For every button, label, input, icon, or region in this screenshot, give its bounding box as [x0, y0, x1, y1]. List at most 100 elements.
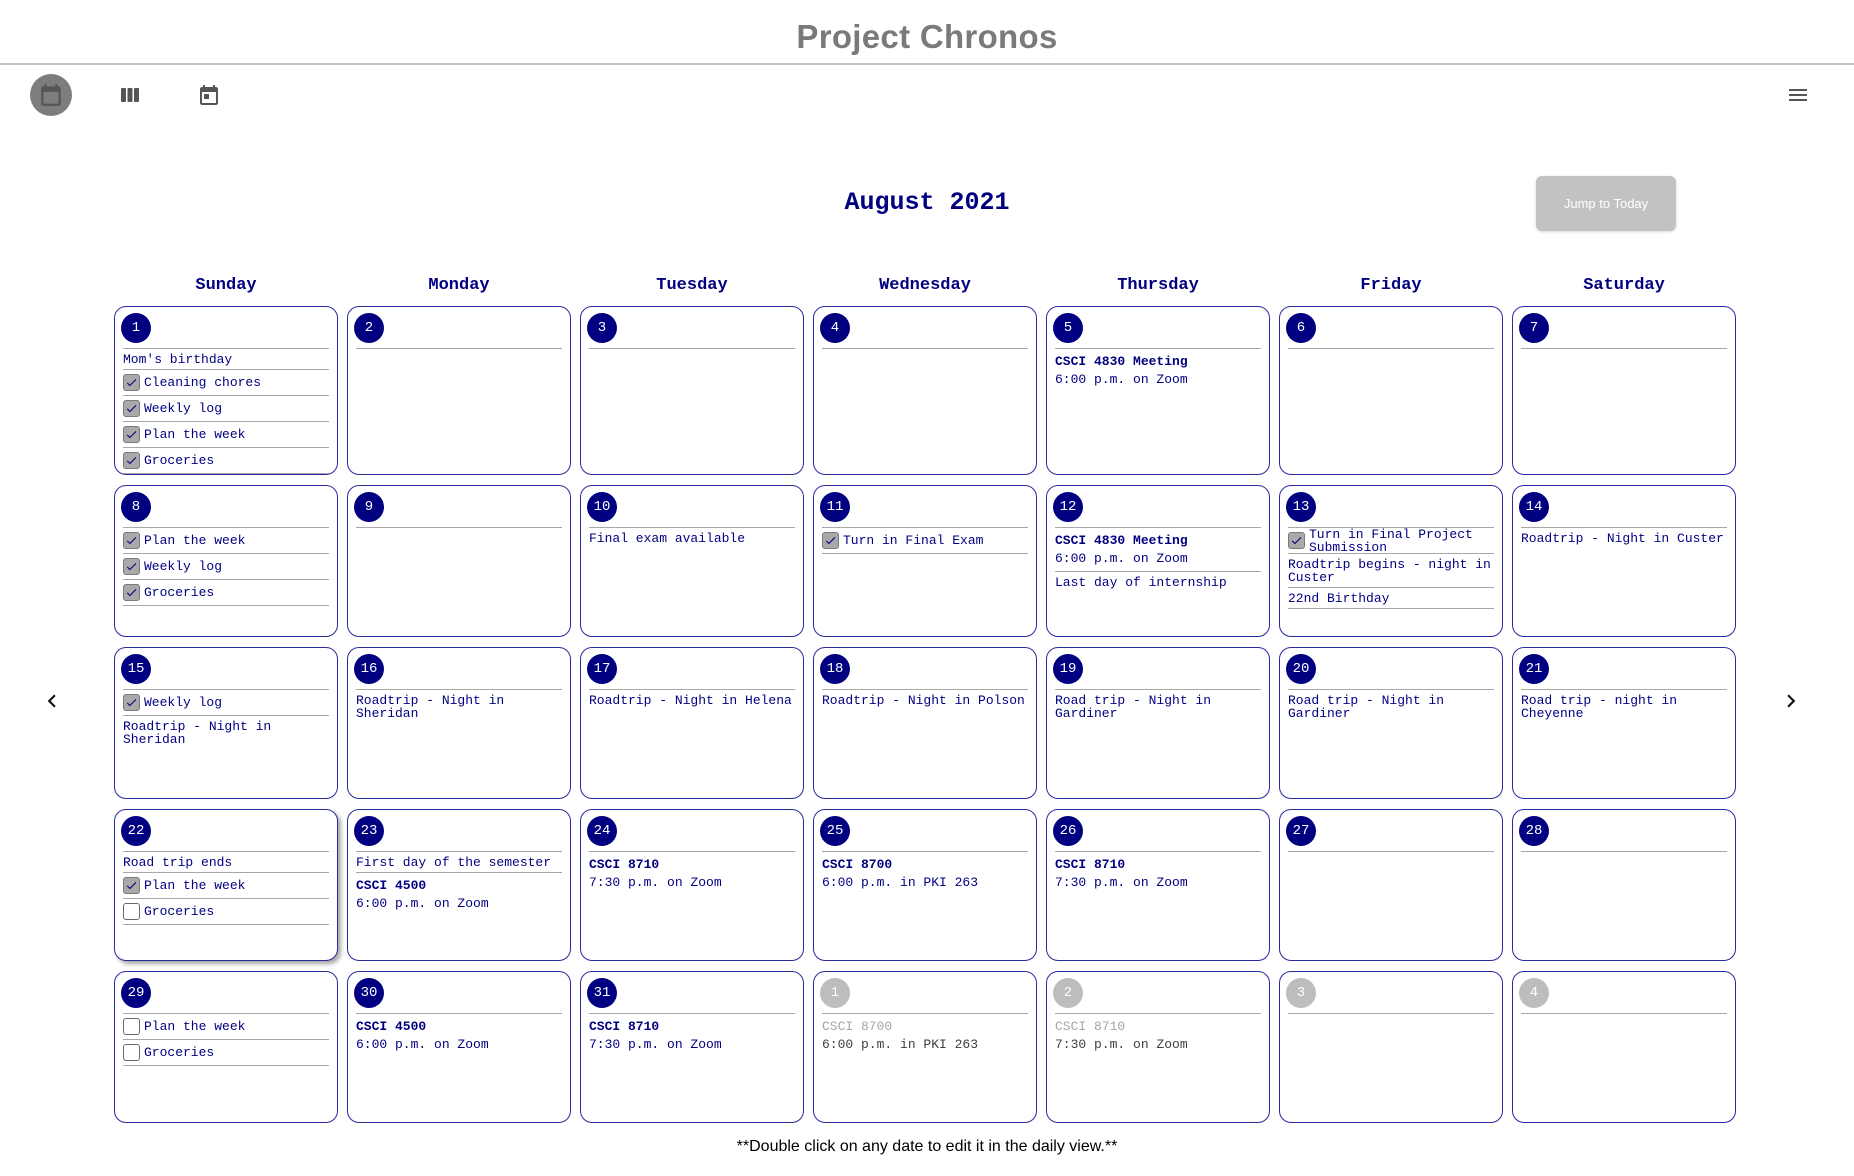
weekday-friday: Friday	[1360, 276, 1422, 295]
day-cell[interactable]: 22 Road trip ends Plan the week Groceries	[114, 809, 338, 961]
day-number-badge: 4	[1519, 978, 1549, 1008]
day-entries: Road trip - Night in Gardiner	[1288, 689, 1494, 723]
day-entries	[1288, 348, 1494, 349]
day-cell[interactable]: 1 Mom's birthday Cleaning chores Weekly log…	[114, 306, 338, 475]
meeting-detail: 6:00 p.m. in PKI 263	[822, 1037, 979, 1052]
checkbox-checked[interactable]	[123, 584, 140, 601]
day-cell[interactable]: 27	[1279, 809, 1503, 961]
meeting-title: CSCI 4500	[356, 878, 427, 893]
day-cell[interactable]: 28	[1512, 809, 1736, 961]
checkmark-icon	[126, 882, 137, 890]
day-number-badge: 4	[820, 313, 850, 343]
day-entries	[1288, 1013, 1494, 1014]
note-entry: Mom's birthday	[123, 349, 329, 370]
day-cell[interactable]: 23 First day of the semester CSCI 4500 6:00…	[347, 809, 571, 961]
day-entries: Roadtrip - Night in Sheridan	[356, 689, 562, 723]
day-cell[interactable]: 16 Roadtrip - Night in Sheridan	[347, 647, 571, 799]
day-cell[interactable]: 8 Plan the week Weekly log Groceries	[114, 485, 338, 637]
meeting-detail: 6:00 p.m. in PKI 263	[822, 875, 979, 890]
weekday-monday: Monday	[428, 276, 490, 295]
note-entry: Roadtrip - Night in Polson	[822, 693, 1025, 708]
meeting-entry: CSCI 4830 Meeting 6:00 p.m. on Zoom	[1055, 528, 1261, 572]
day-entries	[1521, 1013, 1727, 1014]
day-cell[interactable]: 9	[347, 485, 571, 637]
checkmark-icon	[126, 379, 137, 387]
checkbox-checked[interactable]	[123, 694, 140, 711]
day-cell[interactable]: 1 CSCI 8700 6:00 p.m. in PKI 263	[813, 971, 1037, 1123]
task-label: Turn in Final Project Submission	[1309, 526, 1473, 555]
meeting-entry: CSCI 8710 7:30 p.m. on Zoom	[589, 1014, 795, 1057]
checkbox-unchecked[interactable]	[123, 903, 140, 920]
day-cell[interactable]: 24 CSCI 8710 7:30 p.m. on Zoom	[580, 809, 804, 961]
day-entries: Mom's birthday Cleaning chores Weekly log P…	[123, 348, 329, 474]
day-cell[interactable]: 20 Road trip - Night in Gardiner	[1279, 647, 1503, 799]
menu-button[interactable]	[1777, 74, 1819, 116]
checkbox-checked[interactable]	[123, 426, 140, 443]
meeting-detail: 7:30 p.m. on Zoom	[1055, 875, 1188, 890]
checkbox-checked[interactable]	[123, 532, 140, 549]
day-cell[interactable]: 15 Weekly log Roadtrip - Night in Sheridan	[114, 647, 338, 799]
day-number-badge: 11	[820, 492, 850, 522]
chevron-left-icon	[47, 694, 56, 708]
day-number-badge: 7	[1519, 313, 1549, 343]
day-number-badge: 24	[587, 816, 617, 846]
meeting-detail: 6:00 p.m. on Zoom	[356, 1037, 489, 1052]
day-cell[interactable]: 3	[1279, 971, 1503, 1123]
day-cell[interactable]: 12 CSCI 4830 Meeting 6:00 p.m. on Zoom Last…	[1046, 485, 1270, 637]
checkbox-unchecked[interactable]	[123, 1044, 140, 1061]
checkbox-checked[interactable]	[123, 452, 140, 469]
task-item: Plan the week	[123, 422, 329, 448]
day-entries: CSCI 8710 7:30 p.m. on Zoom	[1055, 1013, 1261, 1057]
day-cell[interactable]: 10 Final exam available	[580, 485, 804, 637]
week-view-button[interactable]	[109, 74, 151, 116]
day-cell[interactable]: 26 CSCI 8710 7:30 p.m. on Zoom	[1046, 809, 1270, 961]
task-label: Weekly log	[144, 401, 223, 416]
day-number-badge: 2	[1053, 978, 1083, 1008]
task-item: Groceries	[123, 580, 329, 606]
day-cell[interactable]: 4	[1512, 971, 1736, 1123]
checkbox-checked[interactable]	[123, 400, 140, 417]
task-label: Plan the week	[144, 878, 246, 893]
day-number-badge: 14	[1519, 492, 1549, 522]
day-cell[interactable]: 3	[580, 306, 804, 475]
day-cell[interactable]: 31 CSCI 8710 7:30 p.m. on Zoom	[580, 971, 804, 1123]
note-entry: Road trip ends	[123, 852, 329, 873]
checkbox-checked[interactable]	[822, 532, 839, 549]
previous-month-button[interactable]	[37, 686, 67, 716]
day-cell[interactable]: 4	[813, 306, 1037, 475]
day-cell[interactable]: 5 CSCI 4830 Meeting 6:00 p.m. on Zoom	[1046, 306, 1270, 475]
day-cell[interactable]: 25 CSCI 8700 6:00 p.m. in PKI 263	[813, 809, 1037, 961]
day-cell[interactable]: 19 Road trip - Night in Gardiner	[1046, 647, 1270, 799]
task-item: Plan the week	[123, 528, 329, 554]
note-entry: Roadtrip - Night in Sheridan	[123, 719, 272, 747]
day-cell[interactable]: 7	[1512, 306, 1736, 475]
day-entries: CSCI 8710 7:30 p.m. on Zoom	[589, 851, 795, 895]
day-cell[interactable]: 2 CSCI 8710 7:30 p.m. on Zoom	[1046, 971, 1270, 1123]
checkbox-checked[interactable]	[123, 374, 140, 391]
day-entries: Roadtrip - Night in Custer	[1521, 527, 1727, 548]
next-month-button[interactable]	[1776, 686, 1806, 716]
day-cell[interactable]: 30 CSCI 4500 6:00 p.m. on Zoom	[347, 971, 571, 1123]
day-cell[interactable]: 6	[1279, 306, 1503, 475]
jump-to-today-button[interactable]: Jump to Today	[1536, 176, 1676, 231]
day-number-badge: 6	[1286, 313, 1316, 343]
meeting-entry: CSCI 8710 7:30 p.m. on Zoom	[1055, 852, 1261, 895]
day-cell[interactable]: 11 Turn in Final Exam	[813, 485, 1037, 637]
day-view-button[interactable]	[188, 74, 230, 116]
checkbox-unchecked[interactable]	[123, 1018, 140, 1035]
checkbox-checked[interactable]	[123, 877, 140, 894]
day-cell[interactable]: 21 Road trip - night in Cheyenne	[1512, 647, 1736, 799]
checkbox-checked[interactable]	[123, 558, 140, 575]
checkbox-checked[interactable]	[1288, 532, 1305, 549]
day-cell[interactable]: 2	[347, 306, 571, 475]
day-cell[interactable]: 17 Roadtrip - Night in Helena	[580, 647, 804, 799]
checkmark-icon	[126, 431, 137, 439]
day-cell[interactable]: 18 Roadtrip - Night in Polson	[813, 647, 1037, 799]
day-entries: CSCI 4830 Meeting 6:00 p.m. on Zoom	[1055, 348, 1261, 392]
day-cell[interactable]: 29 Plan the week Groceries	[114, 971, 338, 1123]
day-cell[interactable]: 14 Roadtrip - Night in Custer	[1512, 485, 1736, 637]
task-label: Weekly log	[144, 559, 223, 574]
month-view-button[interactable]	[30, 74, 72, 116]
day-cell[interactable]: 13 Turn in Final Project Submission Roadtr…	[1279, 485, 1503, 637]
day-entries: CSCI 8710 7:30 p.m. on Zoom	[589, 1013, 795, 1057]
